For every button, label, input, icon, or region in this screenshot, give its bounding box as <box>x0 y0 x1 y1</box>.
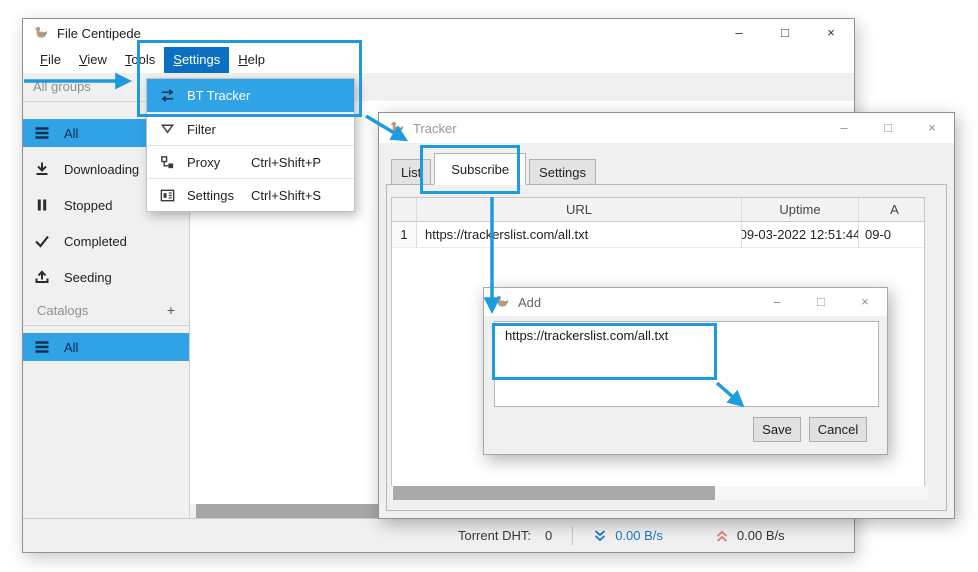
tab-subscribe[interactable]: Subscribe <box>434 153 526 185</box>
minimize-button[interactable]: – <box>822 113 866 143</box>
main-window-title: File Centipede <box>57 26 141 41</box>
upload-icon <box>33 268 51 286</box>
menu-item-label: BT Tracker <box>187 88 250 103</box>
sidebar-item-label: All <box>64 126 78 141</box>
tab-settings[interactable]: Settings <box>529 159 596 185</box>
catalogs-row: Catalogs + <box>23 299 189 321</box>
tracker-url-input[interactable]: https://trackerslist.com/all.txt <box>494 321 879 407</box>
app-duck-icon <box>389 120 405 136</box>
menu-item-settings-dialog[interactable]: Settings Ctrl+Shift+S <box>147 178 354 211</box>
add-dialog-title: Add <box>518 295 541 310</box>
catalogs-label: Catalogs <box>37 303 88 318</box>
add-window-controls: – □ × <box>755 288 887 316</box>
torrent-dht-value: 0 <box>545 528 552 543</box>
column-header-url[interactable]: URL <box>417 198 742 222</box>
close-button[interactable]: × <box>910 113 954 143</box>
upload-speed-value: 0.00 B/s <box>737 528 785 543</box>
menu-item-proxy[interactable]: Proxy Ctrl+Shift+P <box>147 145 354 178</box>
settings-icon <box>159 187 176 204</box>
close-button[interactable]: × <box>843 288 887 316</box>
catalog-item-all[interactable]: All <box>23 333 189 361</box>
double-chevron-up-icon <box>715 529 729 543</box>
sidebar-item-label: Seeding <box>64 270 112 285</box>
download-speed-value: 0.00 B/s <box>615 528 663 543</box>
torrent-dht-label: Torrent DHT: <box>458 528 531 543</box>
row-number-cell: 1 <box>392 222 417 248</box>
sidebar-item-label: Stopped <box>64 198 112 213</box>
status-bar: Torrent DHT: 0 0.00 B/s 0.00 B/s <box>23 518 854 552</box>
uptime-cell: 09-03-2022 12:51:44 <box>742 222 859 248</box>
app-duck-icon <box>494 294 510 310</box>
sidebar-item-label: Completed <box>64 234 127 249</box>
menu-item-shortcut: Ctrl+Shift+S <box>251 188 321 203</box>
sidebar-divider <box>23 325 189 326</box>
desktop: File Centipede – □ × File View Tools Set… <box>0 0 978 572</box>
menu-icon <box>33 124 51 142</box>
menu-item-bt-tracker[interactable]: BT Tracker <box>147 79 354 112</box>
column-header-num[interactable] <box>392 198 417 222</box>
menu-item-file[interactable]: File <box>31 47 70 73</box>
maximize-button[interactable]: □ <box>762 19 808 47</box>
url-cell: https://trackerslist.com/all.txt <box>417 222 742 248</box>
tracker-window-title: Tracker <box>413 121 457 136</box>
menu-item-view[interactable]: View <box>70 47 116 73</box>
main-window-controls: – □ × <box>716 19 854 47</box>
close-button[interactable]: × <box>808 19 854 47</box>
menu-item-shortcut: Ctrl+Shift+P <box>251 155 321 170</box>
status-divider <box>572 527 573 545</box>
minimize-button[interactable]: – <box>755 288 799 316</box>
column-header-uptime[interactable]: Uptime <box>742 198 859 222</box>
catalog-item-label: All <box>64 340 78 355</box>
check-icon <box>33 232 51 250</box>
bt-tracker-icon <box>159 87 176 104</box>
sidebar-item-seeding[interactable]: Seeding <box>23 263 189 291</box>
group-filter-label: All groups <box>33 79 91 94</box>
added-cell: 09-0 <box>859 222 924 248</box>
settings-menu: BT Tracker Filter Proxy Ctrl+Shift+P Set… <box>146 78 355 212</box>
add-title-bar: Add – □ × <box>484 288 887 316</box>
sidebar-item-label: Downloading <box>64 162 139 177</box>
menu-item-settings[interactable]: Settings <box>164 47 229 73</box>
tab-list[interactable]: List <box>391 159 431 185</box>
maximize-button[interactable]: □ <box>866 113 910 143</box>
column-header-added[interactable]: A <box>859 198 924 222</box>
menu-item-help[interactable]: Help <box>229 47 274 73</box>
proxy-icon <box>159 154 176 171</box>
menu-item-tools[interactable]: Tools <box>116 47 164 73</box>
table-header-row: URL Uptime A <box>392 198 924 222</box>
table-row[interactable]: 1 https://trackerslist.com/all.txt 09-03… <box>392 222 924 248</box>
table-horizontal-scrollbar[interactable] <box>391 486 928 500</box>
menu-item-label: Filter <box>187 122 216 137</box>
main-title-bar: File Centipede – □ × <box>23 19 854 47</box>
app-duck-icon <box>33 25 49 41</box>
scrollbar-thumb[interactable] <box>393 486 715 500</box>
minimize-button[interactable]: – <box>716 19 762 47</box>
filter-icon <box>159 121 176 138</box>
menu-item-label: Settings <box>187 188 234 203</box>
upload-speed: 0.00 B/s <box>715 528 785 543</box>
save-button[interactable]: Save <box>753 417 801 442</box>
menu-bar: File View Tools Settings Help <box>23 47 854 73</box>
menu-item-filter[interactable]: Filter <box>147 112 354 145</box>
maximize-button[interactable]: □ <box>799 288 843 316</box>
add-catalog-button[interactable]: + <box>167 302 175 318</box>
tracker-tab-bar: List Subscribe Settings <box>391 153 599 185</box>
add-dialog: Add – □ × https://trackerslist.com/all.t… <box>483 287 888 455</box>
download-icon <box>33 160 51 178</box>
cancel-button[interactable]: Cancel <box>809 417 867 442</box>
menu-icon <box>33 338 51 356</box>
menu-item-label: Proxy <box>187 155 220 170</box>
pause-icon <box>33 196 51 214</box>
tracker-title-bar: Tracker – □ × <box>379 113 954 143</box>
download-speed: 0.00 B/s <box>593 528 663 543</box>
double-chevron-down-icon <box>593 529 607 543</box>
tracker-window-controls: – □ × <box>822 113 954 143</box>
sidebar-item-completed[interactable]: Completed <box>23 227 189 255</box>
